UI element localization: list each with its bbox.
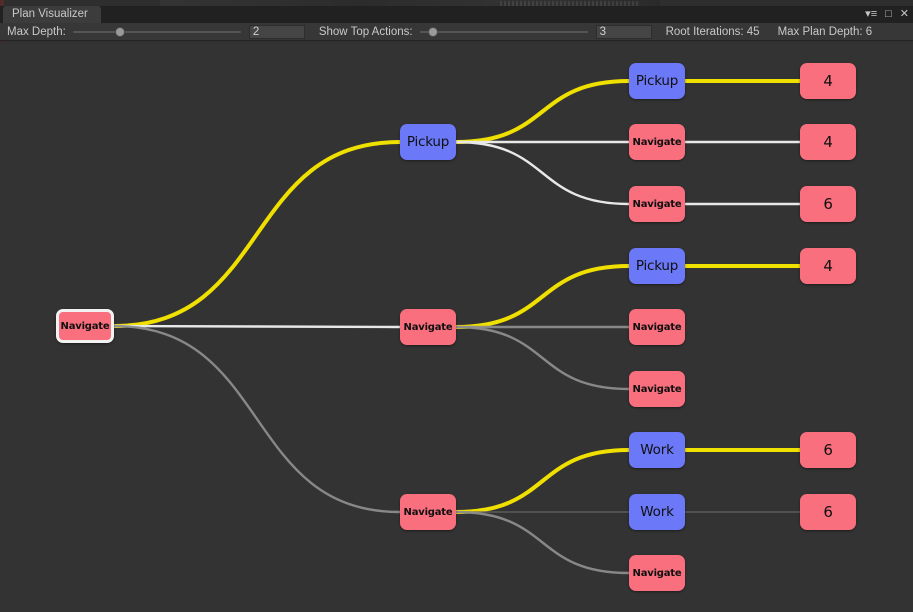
show-top-actions-input[interactable]: 3 [595,24,652,39]
toolbar: Max Depth: 2 Show Top Actions: 3 Root It… [0,23,913,41]
show-top-actions-label: Show Top Actions: [318,25,413,38]
max-depth-slider-track [72,30,241,33]
max-depth-input[interactable]: 2 [248,24,305,39]
node-label: Work [640,504,674,520]
close-icon[interactable]: ✕ [900,7,909,22]
graph-edge [454,448,631,514]
node-label: 4 [823,257,833,275]
value-node-6-v5[interactable]: 6 [800,432,856,468]
plan-node-work-n11[interactable]: Work [629,494,685,530]
graph-edge [454,140,631,206]
plan-node-navigate-n12[interactable]: Navigate [629,555,685,591]
tab-bar: Plan Visualizer ▾≡ □ ✕ [0,6,913,23]
plan-node-pickup-n4[interactable]: Pickup [629,63,685,99]
graph-canvas[interactable]: Navigate Pickup Navigate Navigate Pickup Navi… [0,42,913,612]
graph-edge [454,79,631,144]
node-label: 6 [823,195,833,213]
node-label: Navigate [632,198,682,210]
value-node-4-v1[interactable]: 4 [800,63,856,99]
plan-node-pickup-n7[interactable]: Pickup [629,248,685,284]
node-label: Navigate [632,567,682,579]
window-controls: ▾≡ □ ✕ [865,7,909,22]
maximize-icon[interactable]: □ [885,7,892,22]
value-node-6-v3[interactable]: 6 [800,186,856,222]
node-label: Pickup [635,258,679,274]
graph-edge [454,510,631,575]
value-node-4-v2[interactable]: 4 [800,124,856,160]
plan-node-navigate-n8[interactable]: Navigate [629,309,685,345]
node-label: Navigate [632,321,682,333]
graph-edge [112,140,402,328]
node-label: Navigate [632,136,682,148]
node-label: 4 [823,133,833,151]
plan-node-navigate-n2[interactable]: Navigate [400,309,456,345]
node-label: Navigate [403,321,453,333]
plan-node-navigate-n9[interactable]: Navigate [629,371,685,407]
plan-node-navigate-n5[interactable]: Navigate [629,124,685,160]
max-plan-depth-stat: Max Plan Depth: 6 [777,25,873,38]
node-label: Pickup [406,134,450,150]
show-top-actions-slider-track [419,30,588,33]
value-node-4-v4[interactable]: 4 [800,248,856,284]
node-label: 4 [823,72,833,90]
root-iterations-stat: Root Iterations: 45 [665,25,760,38]
node-label: 6 [823,441,833,459]
graph-edge [112,324,402,514]
node-label: 6 [823,503,833,521]
max-depth-slider-knob[interactable] [114,26,125,37]
node-label: Pickup [635,73,679,89]
node-label: Navigate [632,383,682,395]
plan-node-work-n10[interactable]: Work [629,432,685,468]
graph-edge [454,264,631,329]
plan-node-navigate-n3[interactable]: Navigate [400,494,456,530]
graph-edge [454,325,631,391]
plan-visualizer-window: Plan Visualizer ▾≡ □ ✕ Max Depth: 2 Show… [0,0,913,612]
graph-edge [112,324,402,329]
show-top-actions-slider[interactable] [419,25,588,39]
max-depth-label: Max Depth: [7,25,66,38]
edge-layer [112,78,802,575]
max-depth-slider[interactable] [72,25,241,39]
node-label: Navigate [403,506,453,518]
value-node-6-v6[interactable]: 6 [800,494,856,530]
window-menu-icon[interactable]: ▾≡ [865,7,877,22]
plan-node-pickup-n1[interactable]: Pickup [400,124,456,160]
tab-plan-visualizer[interactable]: Plan Visualizer [3,6,101,23]
node-label: Work [640,442,674,458]
plan-node-navigate-n0[interactable]: Navigate [56,309,114,343]
show-top-actions-slider-knob[interactable] [428,26,439,37]
node-label: Navigate [60,320,110,332]
plan-node-navigate-n6[interactable]: Navigate [629,186,685,222]
